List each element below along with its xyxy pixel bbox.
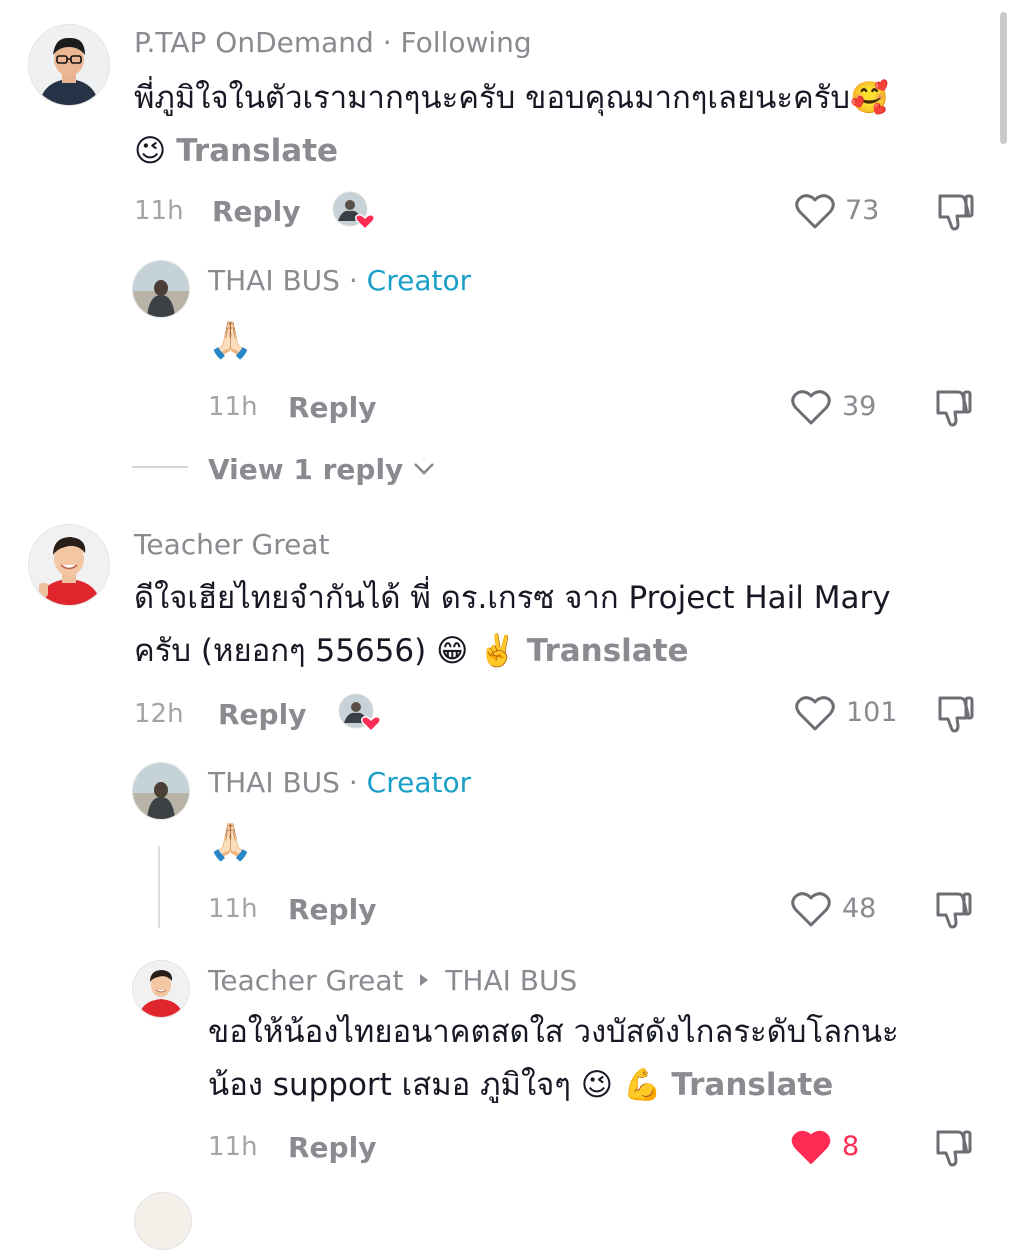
heart-outline-icon[interactable]: [790, 388, 832, 426]
creator-liked-avatar-icon: [332, 191, 376, 231]
view-replies-button[interactable]: View 1 reply: [208, 450, 435, 486]
separator-dot: ·: [348, 766, 358, 799]
comment-text: พี่ภูมิใจในตัวเรามากๆนะครับ ขอบคุณมากๆเล…: [134, 72, 984, 178]
reply-text: 🙏🏻: [208, 822, 253, 863]
like-count: 39: [842, 391, 877, 422]
reply-username[interactable]: THAI BUS · Creator: [208, 766, 471, 799]
comment-text-line-1: พี่ภูมิใจในตัวเรามากๆนะครับ ขอบคุณมากๆเล…: [134, 80, 889, 116]
creator-tag: Creator: [366, 264, 472, 297]
comment-username[interactable]: Teacher Great: [134, 528, 329, 561]
avatar-thai-bus[interactable]: [132, 762, 190, 820]
avatar-thai-bus[interactable]: [132, 260, 190, 318]
comment-text-continued: ครับ (หยอกๆ 55656) 😁 ✌️: [134, 633, 517, 669]
divider-line: [132, 466, 188, 468]
reply-text-continued: น้อง support เสมอ ภูมิใจๆ 😉 💪: [208, 1067, 662, 1103]
reply-button[interactable]: Reply: [288, 1131, 376, 1164]
comment-time: 11h: [134, 196, 184, 226]
scrollbar[interactable]: [1000, 12, 1007, 144]
translate-link[interactable]: Translate: [527, 633, 689, 669]
reply-button[interactable]: Reply: [218, 698, 306, 731]
heart-filled-icon[interactable]: [790, 1128, 832, 1166]
reply-time: 11h: [208, 392, 258, 422]
reply-text-line-1: ขอให้น้องไทยอนาคตสดใส วงบัสดังไกลระดับโล…: [208, 1014, 899, 1050]
comment-time: 12h: [134, 699, 184, 729]
avatar-p-tap[interactable]: [28, 24, 110, 106]
reply-text: 🙏🏻: [208, 320, 253, 361]
reply-time: 11h: [208, 894, 258, 924]
reply-time: 11h: [208, 1132, 258, 1162]
reply-text-line-2: น้อง support เสมอ ภูมิใจๆ 😉 💪 Translate: [208, 1059, 988, 1112]
reply-to-username[interactable]: THAI BUS: [445, 964, 577, 997]
dislike-icon[interactable]: [932, 888, 974, 930]
like-count: 8: [842, 1131, 860, 1162]
next-avatar-partial: [134, 1192, 192, 1250]
username-text[interactable]: THAI BUS: [208, 264, 340, 297]
reply-button[interactable]: Reply: [288, 391, 376, 424]
caret-right-icon: [418, 962, 430, 995]
view-replies-label[interactable]: View 1 reply: [208, 453, 403, 486]
comment-text-line-1: ดีใจเฮียไทยจำกันได้ พี่ ดร.เกรซ จาก Proj…: [134, 580, 891, 616]
translate-link[interactable]: Translate: [176, 133, 338, 169]
like-count: 73: [845, 195, 880, 226]
dislike-icon[interactable]: [932, 1126, 974, 1168]
comment-emoji: 😉: [134, 133, 167, 169]
chevron-down-icon: [413, 450, 435, 483]
following-tag: Following: [400, 26, 532, 59]
reply-username[interactable]: THAI BUS · Creator: [208, 264, 471, 297]
reply-button[interactable]: Reply: [212, 195, 300, 228]
reply-button[interactable]: Reply: [288, 893, 376, 926]
comment-text-line-2: ครับ (หยอกๆ 55656) 😁 ✌️ Translate: [134, 625, 984, 678]
creator-liked-avatar-icon: [338, 693, 382, 733]
username-text[interactable]: THAI BUS: [208, 766, 340, 799]
reply-username[interactable]: Teacher Great THAI BUS: [208, 962, 577, 997]
separator-dot: ·: [348, 264, 358, 297]
like-count: 101: [846, 697, 898, 728]
avatar-teacher-great[interactable]: [132, 960, 190, 1018]
dislike-icon[interactable]: [932, 386, 974, 428]
dislike-icon[interactable]: [934, 692, 976, 734]
comment-text: ดีใจเฮียไทยจำกันได้ พี่ ดร.เกรซ จาก Proj…: [134, 572, 984, 678]
creator-tag: Creator: [366, 766, 472, 799]
username-text[interactable]: P.TAP OnDemand: [134, 26, 374, 59]
comment-username[interactable]: P.TAP OnDemand · Following: [134, 26, 532, 59]
heart-outline-icon[interactable]: [790, 890, 832, 928]
dislike-icon[interactable]: [934, 190, 976, 232]
heart-outline-icon[interactable]: [794, 694, 836, 732]
username-text[interactable]: Teacher Great: [208, 964, 403, 997]
translate-link[interactable]: Translate: [671, 1067, 833, 1103]
like-count: 48: [842, 893, 877, 924]
reply-text: ขอให้น้องไทยอนาคตสดใส วงบัสดังไกลระดับโล…: [208, 1006, 988, 1112]
thread-line: [158, 846, 160, 928]
avatar-teacher-great[interactable]: [28, 524, 110, 606]
comment-text-line-2: 😉 Translate: [134, 125, 984, 178]
heart-outline-icon[interactable]: [794, 192, 836, 230]
separator-dot: ·: [382, 26, 392, 59]
